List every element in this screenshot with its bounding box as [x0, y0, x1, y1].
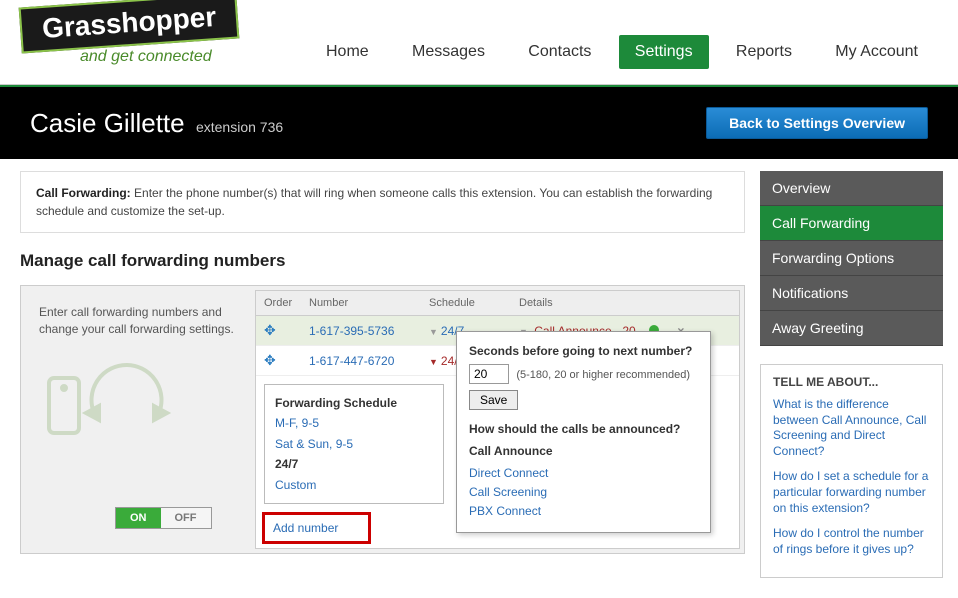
logo[interactable]: Grasshopper and get connected	[20, 0, 238, 66]
chevron-down-icon: ▼	[429, 357, 438, 367]
schedule-option[interactable]: Sat & Sun, 9-5	[275, 434, 433, 454]
announce-option[interactable]: Direct Connect	[469, 464, 698, 483]
help-link[interactable]: How do I set a schedule for a particular…	[773, 469, 930, 516]
forwarding-panel: Enter call forwarding numbers and change…	[20, 285, 745, 554]
schedule-option[interactable]: M-F, 9-5	[275, 413, 433, 433]
logo-tagline: and get connected	[80, 48, 238, 66]
app-header: Grasshopper and get connected Home Messa…	[0, 0, 958, 85]
add-number-link[interactable]: Add number	[273, 521, 338, 535]
section-title: Manage call forwarding numbers	[20, 251, 745, 271]
nav-messages[interactable]: Messages	[396, 35, 501, 69]
details-popover: Seconds before going to next number? (5-…	[456, 331, 711, 533]
sidebar-nav: Overview Call Forwarding Forwarding Opti…	[760, 171, 943, 346]
sidebar-item-forwarding-options[interactable]: Forwarding Options	[760, 241, 943, 276]
panel-desc: Enter call forwarding numbers and change…	[39, 304, 241, 338]
popover-subtitle: Call Announce	[469, 442, 698, 460]
forwarding-toggle[interactable]: ON OFF	[115, 507, 212, 529]
nav-my-account[interactable]: My Account	[819, 35, 934, 69]
seconds-hint: (5-180, 20 or higher recommended)	[516, 369, 690, 381]
toggle-on: ON	[116, 508, 161, 528]
popover-q2: How should the calls be announced?	[469, 420, 698, 438]
table-header: Order Number Schedule Details	[256, 291, 739, 316]
popover-q1: Seconds before going to next number?	[469, 342, 698, 360]
seconds-input[interactable]	[469, 364, 509, 384]
schedule-box-title: Forwarding Schedule	[275, 393, 433, 413]
number-link[interactable]: 1-617-447-6720	[309, 354, 394, 368]
info-text: Enter the phone number(s) that will ring…	[36, 186, 712, 218]
info-box: Call Forwarding: Enter the phone number(…	[20, 171, 745, 233]
header-order: Order	[256, 291, 301, 315]
move-icon[interactable]: ✥	[264, 352, 276, 368]
help-link[interactable]: How do I control the number of rings bef…	[773, 526, 930, 557]
nav-home[interactable]: Home	[310, 35, 385, 69]
sidebar-item-overview[interactable]: Overview	[760, 171, 943, 206]
help-link[interactable]: What is the difference between Call Anno…	[773, 397, 930, 459]
header-number: Number	[301, 291, 421, 315]
header-details: Details	[511, 291, 739, 315]
page-titlebar: Casie Gillette extension 736 Back to Set…	[0, 87, 958, 159]
save-button[interactable]: Save	[469, 390, 518, 410]
extension-label: extension 736	[196, 119, 283, 135]
announce-option[interactable]: Call Screening	[469, 483, 698, 502]
number-link[interactable]: 1-617-395-5736	[309, 324, 394, 338]
info-label: Call Forwarding:	[36, 186, 131, 200]
schedule-option-custom[interactable]: Custom	[275, 475, 433, 495]
schedule-option-selected[interactable]: 24/7	[275, 454, 433, 474]
tell-me-about: TELL ME ABOUT... What is the difference …	[760, 364, 943, 578]
toggle-off: OFF	[161, 508, 211, 528]
tell-me-title: TELL ME ABOUT...	[773, 375, 930, 389]
nav-contacts[interactable]: Contacts	[512, 35, 607, 69]
nav-settings[interactable]: Settings	[619, 35, 709, 69]
add-number-highlight: Add number	[262, 512, 371, 544]
chevron-down-icon: ▼	[429, 327, 438, 337]
user-name: Casie Gillette	[30, 108, 185, 139]
sidebar-item-notifications[interactable]: Notifications	[760, 276, 943, 311]
sidebar-item-away-greeting[interactable]: Away Greeting	[760, 311, 943, 346]
sidebar-item-call-forwarding[interactable]: Call Forwarding	[760, 206, 943, 241]
phone-graphic-icon	[39, 358, 241, 451]
schedule-box: Forwarding Schedule M-F, 9-5 Sat & Sun, …	[264, 384, 444, 504]
announce-option[interactable]: PBX Connect	[469, 502, 698, 521]
logo-text: Grasshopper	[19, 0, 240, 54]
header-schedule: Schedule	[421, 291, 511, 315]
top-nav: Home Messages Contacts Settings Reports …	[306, 35, 938, 69]
back-to-settings-button[interactable]: Back to Settings Overview	[706, 107, 928, 139]
panel-right: Order Number Schedule Details ✥ 1-617-39…	[255, 290, 740, 549]
panel-left: Enter call forwarding numbers and change…	[25, 290, 255, 549]
nav-reports[interactable]: Reports	[720, 35, 808, 69]
move-icon[interactable]: ✥	[264, 322, 276, 338]
